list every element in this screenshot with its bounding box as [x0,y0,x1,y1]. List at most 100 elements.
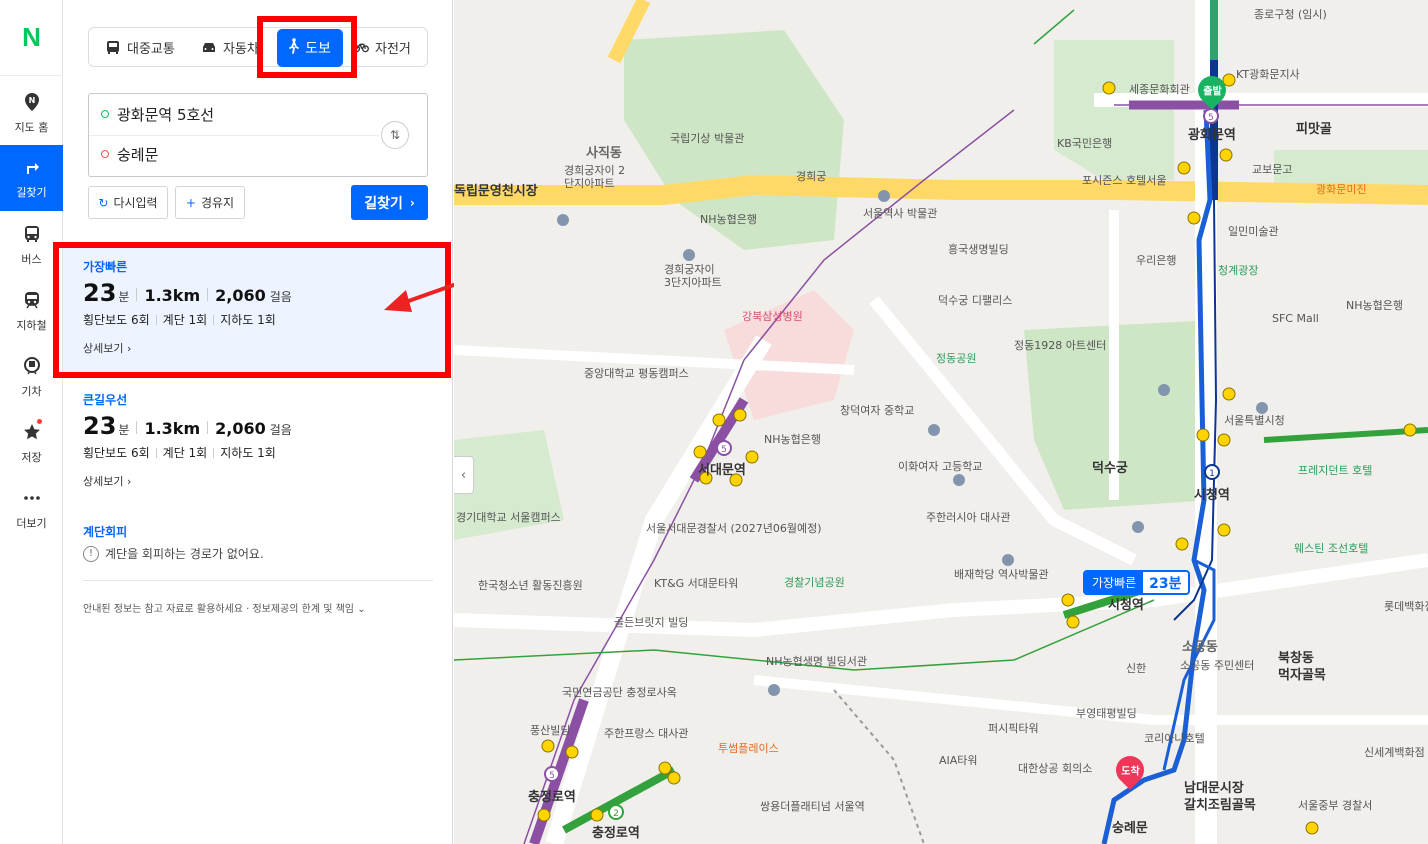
museum-label[interactable]: 서울역사 박물관 [863,205,937,221]
hotel-label[interactable]: 포시즌스 호텔서울 [1082,172,1166,188]
rail-item-more[interactable]: 더보기 [0,476,63,542]
hotel-label[interactable]: 웨스틴 조선호텔 [1294,540,1368,556]
landmark-label[interactable]: 경희궁 [796,168,826,184]
waypoint-button[interactable]: + 경유지 [175,186,245,219]
info-icon: ! [83,545,99,562]
divider [83,580,433,581]
building-label[interactable]: 서울서대문경찰서 (2027년06월예정) [646,520,822,536]
building-label[interactable]: 서울중부 경찰서 [1298,797,1372,813]
embassy-label[interactable]: 주한프랑스 대사관 [604,725,688,741]
museum-label[interactable]: 일민미술관 [1228,223,1279,239]
building-label[interactable]: 골든브릿지 빌딩 [614,614,688,630]
building-label[interactable]: 흥국생명빌딩 [948,241,1009,257]
store-label[interactable]: SFC Mall [1272,312,1319,325]
result-tag: 큰길우선 [83,393,128,407]
building-label[interactable]: 대한상공 회의소 [1018,760,1092,776]
school-label[interactable]: 이화여자 고등학교 [898,458,982,474]
embassy-label[interactable]: 주한러시아 대사관 [926,509,1010,525]
naver-logo[interactable]: N [0,0,63,76]
store-label[interactable]: 교보문고 [1252,161,1292,177]
store-label[interactable]: 신세계백화점 [1364,744,1425,760]
svg-text:N: N [28,96,35,105]
building-label[interactable]: 풍산빌딩 [530,722,570,738]
landmark-label[interactable]: 덕수궁 [1092,457,1128,476]
building-label[interactable]: 부영태평빌딩 [1076,705,1137,721]
landmark-label[interactable]: 북창동 먹자골목 [1278,650,1326,684]
bus-icon [21,223,43,245]
station-label[interactable]: 광화문역 [1188,124,1236,143]
station-label[interactable]: 서대문역 [698,459,746,478]
rail-label: 저장 [21,451,42,464]
search-route-button[interactable]: 길찾기 › [351,185,428,220]
district-label: 소공동 [1182,640,1218,655]
hospital-label[interactable]: 강북삼성병원 [742,308,803,324]
bank-label[interactable]: NH농협은행 [700,211,757,227]
chevron-right-icon: › [126,475,132,488]
collapse-panel-button[interactable]: ‹ [454,456,474,494]
school-label[interactable]: 중앙대학교 평동캠퍼스 [584,365,689,381]
landmark-label[interactable]: 남대문시장 갈치조림골목 [1184,780,1256,814]
park-label[interactable]: 경찰기념공원 [784,574,845,590]
rail-item-directions[interactable]: 길찾기 [0,145,63,211]
landmark-label[interactable]: 숭례문 [1112,817,1148,836]
building-label[interactable]: 퍼시픽타워 [988,720,1039,736]
origin-field[interactable]: 광화문역 5호선 [101,94,214,134]
building-label[interactable]: 정동1928 아트센터 [1014,337,1106,353]
building-label[interactable]: 한국청소년 활동진흥원 [478,577,583,593]
museum-label[interactable]: 국립기상 박물관 [670,130,744,146]
building-label[interactable]: 종로구청 (임시) [1254,6,1327,22]
destination-dot-icon [101,150,109,158]
building-label[interactable]: AIA타워 [939,752,978,768]
car-icon [201,40,217,54]
landmark-label[interactable]: 독립문영천시장 [454,180,538,199]
bank-label[interactable]: 우리은행 [1136,252,1176,268]
route-time-badge[interactable]: 가장빠른 23분 [1083,570,1190,595]
result-steps: 2,060 [215,419,266,438]
station-label[interactable]: 시청역 [1194,484,1230,503]
building-label[interactable]: 쌍용더플래티넘 서울역 [760,798,865,814]
park-label[interactable]: 청계광장 [1218,262,1258,278]
avoid-stairs-text: 계단을 회피하는 경로가 없어요. [105,547,264,561]
office-label[interactable]: 소공동 주민센터 [1180,657,1254,673]
station-label[interactable]: 시청역 [1108,594,1144,613]
hotel-label[interactable]: 프레지던트 호텔 [1298,462,1372,478]
disclaimer-text: 안내된 정보는 참고 자료로 활용하세요 · 정보제공의 한계 및 책임 [83,604,354,615]
building-label[interactable]: 서울특별시청 [1224,412,1285,428]
rail-item-map-home[interactable]: N 지도 홈 [0,80,63,146]
disclaimer-link[interactable]: 안내된 정보는 참고 자료로 활용하세요 · 정보제공의 한계 및 책임 ⌄ [83,600,366,615]
rail-label: 버스 [21,253,42,266]
school-label[interactable]: 창덕여자 중학교 [840,402,914,418]
apartment-label[interactable]: 경희궁자이 2단지아파트 [564,164,634,190]
building-label[interactable]: KT&G 서대문타워 [654,575,738,591]
bank-label[interactable]: KB국민은행 [1057,135,1112,151]
district-label: 사직동 [586,146,622,161]
school-label[interactable]: 경기대학교 서울캠퍼스 [456,509,561,525]
building-label[interactable]: 세종문화회관 [1129,81,1190,97]
map-view[interactable]: 5 1 5 5 2 2 [454,0,1428,844]
bank-label[interactable]: 신한 [1126,660,1146,676]
station-label[interactable]: 충정로역 [592,822,640,841]
station-label[interactable]: 충정로역 [528,786,576,805]
landmark-label[interactable]: 피맛골 [1296,118,1332,137]
apartment-label[interactable]: 경희궁자이 3단지아파트 [664,263,724,289]
result-steps-unit: 걸음 [269,423,292,437]
reset-button[interactable]: ↻ 다시입력 [88,186,168,219]
destination-field[interactable]: 숭례문 [101,134,158,174]
park-label[interactable]: 정동공원 [936,350,976,366]
building-label[interactable]: NH농협생명 빌딩서관 [766,653,867,669]
bank-label[interactable]: NH농협은행 [764,431,821,447]
end-pin-label: 도착 [1120,766,1140,778]
rail-item-saved[interactable]: 저장 [0,410,63,476]
museum-label[interactable]: 배재학당 역사박물관 [954,566,1049,582]
cafe-label[interactable]: 투썸플레이스 [718,740,779,756]
swap-button[interactable]: ⇅ [381,121,409,149]
building-label[interactable]: 덕수궁 디팰리스 [938,292,1012,308]
bank-label[interactable]: NH농협은행 [1346,297,1403,313]
building-label[interactable]: KT광화문지사 [1236,66,1300,82]
hotel-label[interactable]: 코리아나호텔 [1144,730,1205,746]
store-label[interactable]: 롯데백화점 [1384,598,1428,614]
building-label[interactable]: 국민연금공단 충정로사옥 [562,684,677,700]
tab-transit[interactable]: 대중교통 [89,28,187,66]
detail-link[interactable]: 상세보기 › [83,473,131,489]
restaurant-label[interactable]: 광화문미진 [1316,181,1367,197]
